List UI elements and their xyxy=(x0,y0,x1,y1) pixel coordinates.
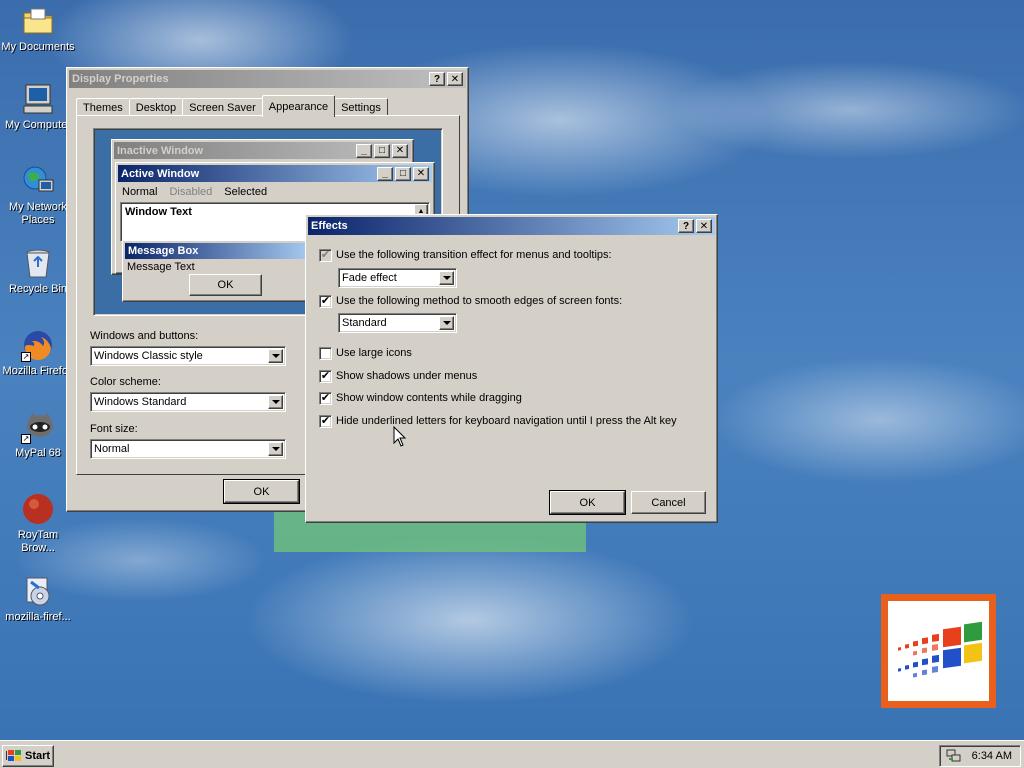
drag-contents-label: Show window contents while dragging xyxy=(336,392,522,404)
effects-cancel-button[interactable]: Cancel xyxy=(631,491,706,514)
font-size-value: Normal xyxy=(94,443,130,455)
chevron-down-icon[interactable] xyxy=(268,349,283,363)
shortcut-arrow-icon: ↗ xyxy=(21,352,31,362)
desktop-icon-recycle-bin[interactable]: Recycle Bin xyxy=(0,246,76,296)
tab-appearance[interactable]: Appearance xyxy=(261,95,336,117)
close-icon: ✕ xyxy=(392,143,408,158)
effects-titlebar[interactable]: Effects ? ✕ xyxy=(308,217,715,235)
chevron-down-icon[interactable] xyxy=(439,271,454,285)
preview-menu-selected: Selected xyxy=(224,186,268,198)
transition-effect-label: Use the following transition effect for … xyxy=(336,249,612,261)
preview-inactive-title: Inactive Window xyxy=(117,144,204,157)
installer-icon xyxy=(21,574,55,608)
browser-globe-icon xyxy=(21,492,55,526)
smooth-edges-value: Standard xyxy=(342,317,387,329)
help-button[interactable]: ? xyxy=(678,219,694,233)
desktop-icon-label: Recycle Bin xyxy=(8,283,68,295)
preview-ok-button: OK xyxy=(189,274,262,296)
window-title: Display Properties xyxy=(72,73,169,85)
preview-message-box: Message Box Message Text OK xyxy=(122,240,312,302)
color-scheme-label: Color scheme: xyxy=(90,376,161,388)
desktop-icon-label: mozilla-firef... xyxy=(5,611,71,623)
clock[interactable]: 6:34 AM xyxy=(972,750,1012,762)
menu-shadows-label: Show shadows under menus xyxy=(336,370,478,382)
windows-logo-badge xyxy=(881,594,996,708)
large-icons-checkbox[interactable] xyxy=(319,347,332,360)
desktop-icon-my-documents[interactable]: My Documents xyxy=(0,4,76,54)
preview-menu-disabled: Disabled xyxy=(169,186,213,198)
desktop-icon-label: My Computer xyxy=(4,119,72,131)
font-size-select[interactable]: Normal xyxy=(90,439,286,459)
smooth-edges-checkbox[interactable]: ✔ xyxy=(319,295,332,308)
desktop-icon-mozilla-installer[interactable]: mozilla-firef... xyxy=(0,574,76,624)
transition-effect-select[interactable]: Fade effect xyxy=(338,268,457,288)
maximize-icon: □ xyxy=(374,143,390,158)
preview-menu-bar: Normal Disabled Selected xyxy=(116,184,434,200)
firefox-icon: ↗ xyxy=(21,328,55,362)
desktop-icon-label: RoyTam Brow... xyxy=(17,529,59,554)
network-icon xyxy=(21,164,55,198)
minimize-icon: _ xyxy=(377,166,393,181)
transition-effect-checkbox[interactable]: ✔ xyxy=(319,249,332,262)
desktop-icon-label: MyPal 68 xyxy=(15,447,61,459)
windows-buttons-value: Windows Classic style xyxy=(94,350,203,362)
help-button[interactable]: ? xyxy=(429,72,445,86)
font-size-label: Font size: xyxy=(90,423,138,435)
display-properties-tabs: Themes Desktop Screen Saver Appearance S… xyxy=(76,95,388,117)
preview-menu-normal: Normal xyxy=(122,186,158,198)
preview-message-box-title: Message Box xyxy=(128,245,199,257)
desktop-icon-mypal[interactable]: ↗ MyPal 68 xyxy=(0,410,76,460)
maximize-icon: □ xyxy=(395,166,411,181)
windows-logo-icon xyxy=(6,750,21,761)
desktop-icon-roytam-browser[interactable]: RoyTam Brow... xyxy=(0,492,76,555)
hide-underline-label: Hide underlined letters for keyboard nav… xyxy=(336,415,677,427)
recycle-bin-icon xyxy=(21,246,55,280)
drag-contents-checkbox[interactable]: ✔ xyxy=(319,392,332,405)
display-ok-button[interactable]: OK xyxy=(223,479,300,504)
network-tray-icon[interactable] xyxy=(946,749,962,763)
large-icons-label: Use large icons xyxy=(336,347,412,359)
minimize-icon: _ xyxy=(356,143,372,158)
start-label: Start xyxy=(25,750,51,762)
desktop-icon-label: My Documents xyxy=(1,41,75,53)
windows-flag-icon xyxy=(888,601,989,701)
smooth-edges-label: Use the following method to smooth edges… xyxy=(336,295,623,307)
preview-message-text: Message Text xyxy=(127,261,195,273)
close-icon: ✕ xyxy=(413,166,429,181)
taskbar: Start 6:34 AM xyxy=(0,740,1024,768)
desktop-icon-label: Mozilla Firefox xyxy=(2,365,74,377)
desktop-icon-my-network-places[interactable]: My Network Places xyxy=(0,164,76,227)
menu-shadows-checkbox[interactable]: ✔ xyxy=(319,370,332,383)
hide-underline-checkbox[interactable]: ✔ xyxy=(319,415,332,428)
chevron-down-icon[interactable] xyxy=(439,316,454,330)
close-button[interactable]: ✕ xyxy=(696,219,712,233)
folder-icon xyxy=(21,4,55,38)
color-scheme-value: Windows Standard xyxy=(94,396,187,408)
system-tray: 6:34 AM xyxy=(939,745,1021,767)
desktop-icon-my-computer[interactable]: My Computer xyxy=(0,82,76,132)
raccoon-icon: ↗ xyxy=(21,410,55,444)
display-properties-titlebar[interactable]: Display Properties ? ✕ xyxy=(69,70,466,88)
chevron-down-icon[interactable] xyxy=(268,395,283,409)
effects-title: Effects xyxy=(311,220,348,232)
close-button[interactable]: ✕ xyxy=(447,72,463,86)
shortcut-arrow-icon: ↗ xyxy=(21,434,31,444)
chevron-down-icon[interactable] xyxy=(268,442,283,456)
desktop-icon-mozilla-firefox[interactable]: ↗ Mozilla Firefox xyxy=(0,328,76,378)
preview-window-text: Window Text xyxy=(125,206,192,218)
transition-effect-value: Fade effect xyxy=(342,272,397,284)
mouse-cursor-icon xyxy=(393,426,407,447)
smooth-edges-select[interactable]: Standard xyxy=(338,313,457,333)
preview-active-title: Active Window xyxy=(121,167,200,180)
color-scheme-select[interactable]: Windows Standard xyxy=(90,392,286,412)
start-button[interactable]: Start xyxy=(2,745,54,767)
computer-icon xyxy=(21,82,55,116)
desktop-icon-label: My Network Places xyxy=(8,201,68,226)
windows-buttons-select[interactable]: Windows Classic style xyxy=(90,346,286,366)
windows-buttons-label: Windows and buttons: xyxy=(90,330,199,342)
effects-ok-button[interactable]: OK xyxy=(549,490,626,515)
